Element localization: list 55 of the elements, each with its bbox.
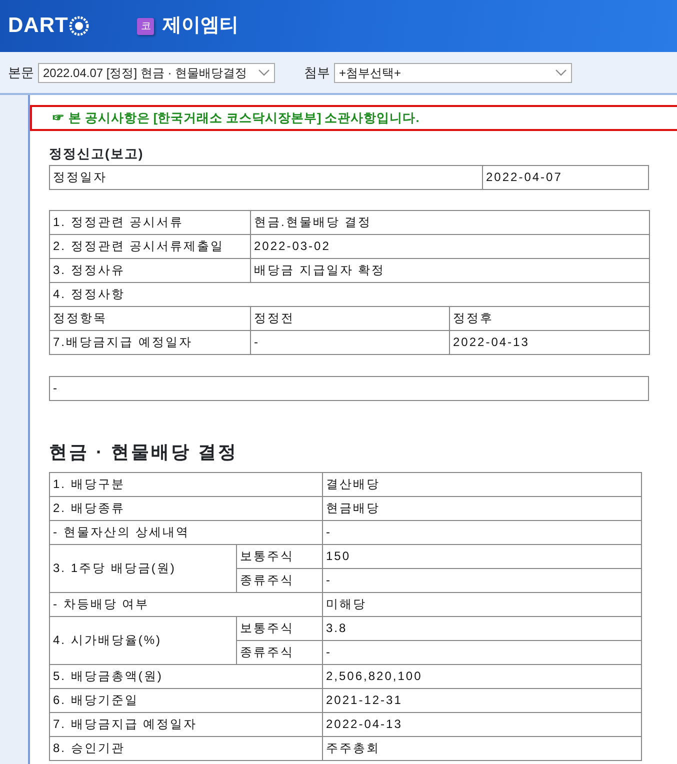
table-cell: - 차등배당 여부 — [50, 592, 322, 616]
table-cell: 1. 정정관련 공시서류 — [50, 210, 250, 234]
table-cell: 7. 배당금지급 예정일자 — [50, 712, 322, 736]
market-badge: 코 — [137, 18, 154, 34]
table-cell: 보통주식 — [236, 544, 322, 568]
table-cell: - — [322, 520, 642, 544]
table-cell: 정정전 — [250, 306, 450, 330]
table-cell: 정정일자 — [50, 165, 482, 189]
company-name: 제이엠티 — [162, 14, 238, 38]
table-cell: 2. 배당종류 — [50, 496, 322, 520]
table-cell: 2022-04-13 — [450, 330, 650, 354]
table-cell: 4. 정정사항 — [50, 282, 650, 306]
table-cell: - — [322, 568, 642, 592]
table-cell: - — [250, 330, 450, 354]
chevron-down-icon — [555, 69, 567, 76]
table-cell: 결산배당 — [322, 472, 642, 496]
table-cell: 2022-04-07 — [482, 165, 648, 189]
table-cell: 5. 배당금총액(원) — [50, 664, 322, 688]
table-cell: 8. 승인기관 — [50, 736, 322, 760]
table-cell: 정정항목 — [50, 306, 250, 330]
table-cell: 3. 정정사유 — [50, 258, 250, 282]
table-cell: 배당금 지급일자 확정 — [250, 258, 650, 282]
section-title: 현금 · 현물배당 결정 — [49, 440, 239, 464]
table-cell: 미해당 — [322, 592, 642, 616]
table-cell: 150 — [322, 544, 642, 568]
table-cell: 6. 배당기준일 — [50, 688, 322, 712]
document-select[interactable]: 2022.04.07 [정정] 현금 · 현물배당결정 — [38, 62, 275, 82]
table-cell: 2022-04-13 — [322, 712, 642, 736]
table-cell: 7.배당금지급 예정일자 — [50, 330, 250, 354]
table-cell: 2021-12-31 — [322, 688, 642, 712]
section-title: 정정신고(보고) — [49, 145, 145, 163]
table-cell: 2022-03-02 — [250, 234, 650, 258]
table-cell: - — [322, 640, 642, 664]
table-cell: 주주총회 — [322, 736, 642, 760]
table-cell: 보통주식 — [236, 616, 322, 640]
attachment-label: 첨부 — [304, 64, 330, 82]
dart-logo[interactable]: DART — [8, 10, 90, 42]
body-label: 본문 — [8, 64, 34, 82]
table-cell: 2,506,820,100 — [322, 664, 642, 688]
table-cell: 현금.현물배당 결정 — [250, 210, 650, 234]
table-cell: 3.8 — [322, 616, 642, 640]
attachment-select[interactable]: +첨부선택+ — [334, 62, 572, 82]
chevron-down-icon — [258, 69, 270, 76]
sunburst-icon — [69, 16, 90, 36]
notice-text: ☞ 본 공시사항은 [한국거래소 코스닥시장본부] 소관사항입니다. — [52, 110, 420, 127]
table-cell: 종류주식 — [236, 640, 322, 664]
table-cell: 3. 1주당 배당금(원) — [50, 544, 236, 592]
table-cell: - — [50, 376, 648, 400]
table-cell: 1. 배당구분 — [50, 472, 322, 496]
table-cell: 2. 정정관련 공시서류제출일 — [50, 234, 250, 258]
table-cell: 정정후 — [450, 306, 650, 330]
table-cell: 현금배당 — [322, 496, 642, 520]
table-cell: 종류주식 — [236, 568, 322, 592]
table-cell: - 현물자산의 상세내역 — [50, 520, 322, 544]
table-cell: 4. 시가배당율(%) — [50, 616, 236, 664]
